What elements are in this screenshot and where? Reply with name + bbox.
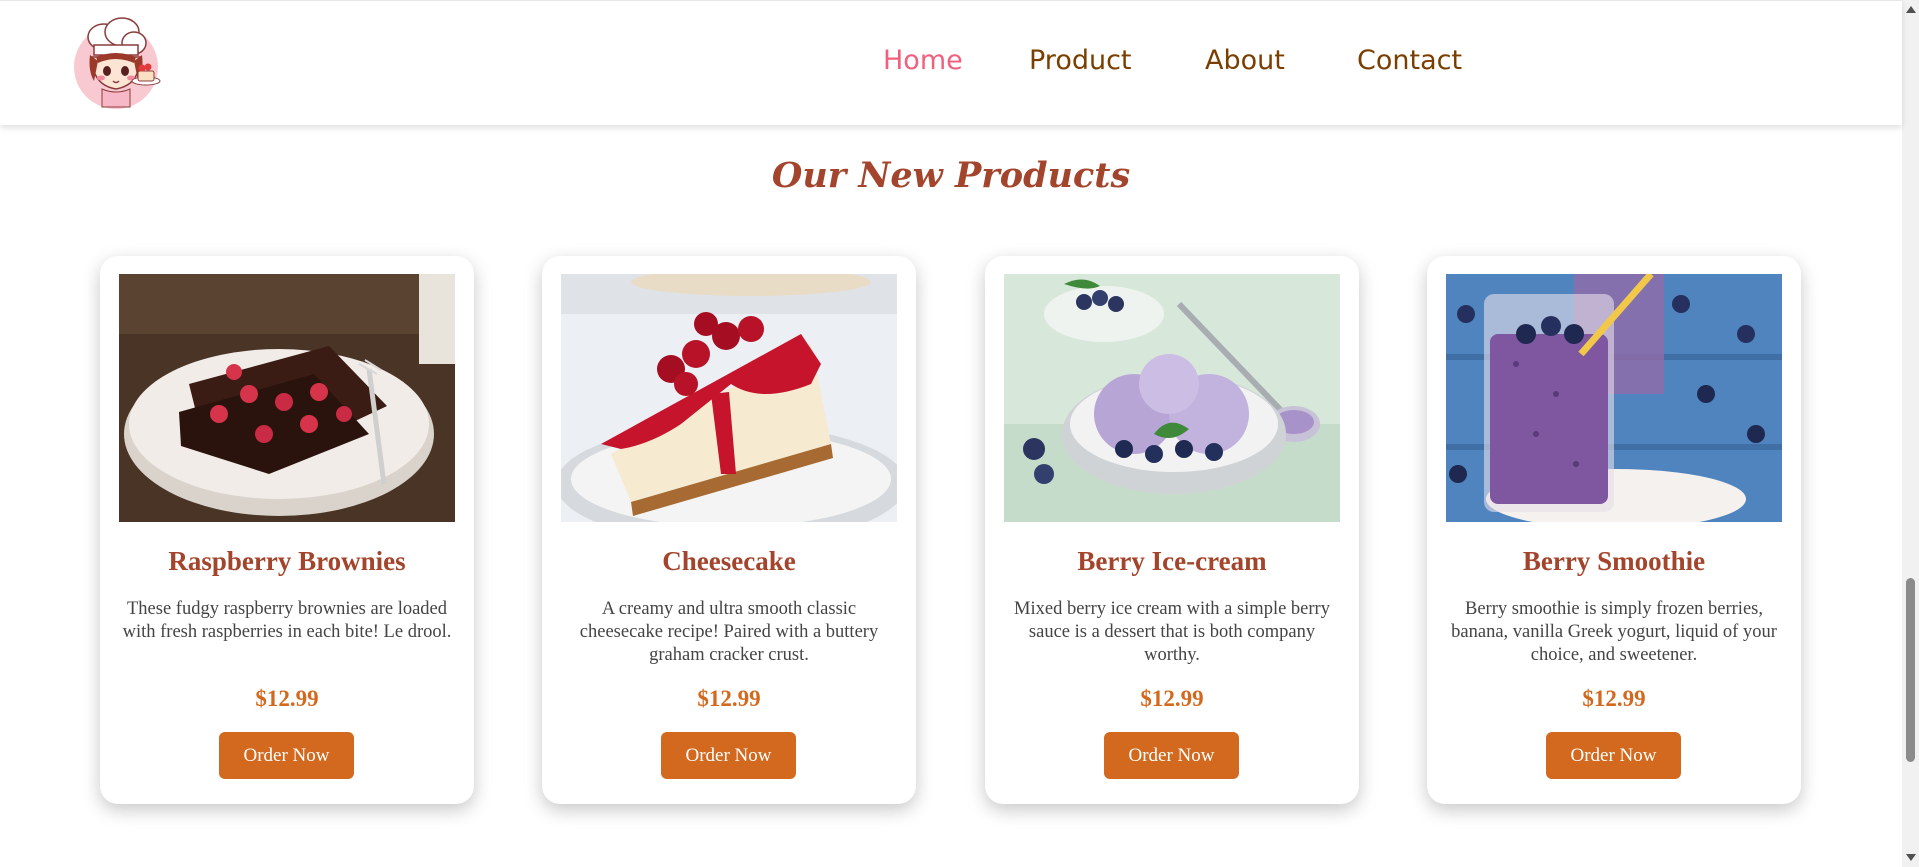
berry-smoothie-image [1446, 274, 1782, 522]
product-price: $12.99 [255, 686, 319, 711]
product-name: Cheesecake [662, 546, 796, 576]
product-card: Berry Smoothie Berry smoothie is simply … [1427, 256, 1801, 804]
section-title: Our New Products [771, 155, 1131, 196]
product-card: Cheesecake A creamy and ultra smooth cla… [542, 256, 916, 804]
order-now-button[interactable]: Order Now [1546, 732, 1681, 779]
product-name: Berry Smoothie [1522, 546, 1706, 576]
product-name: Berry Ice-cream [1077, 546, 1267, 576]
scroll-down-arrow-icon[interactable] [1906, 854, 1916, 861]
product-description: Mixed berry ice cream with a simple berr… [1014, 599, 1330, 665]
scrollbar-thumb[interactable] [1906, 578, 1915, 762]
product-card: Berry Ice-cream Mixed berry ice cream wi… [985, 256, 1359, 804]
product-price: $12.99 [697, 686, 761, 711]
order-now-button[interactable]: Order Now [219, 732, 354, 779]
product-description: A creamy and ultra smooth classic cheese… [579, 599, 879, 665]
raspberry-brownies-image [119, 274, 455, 522]
product-price: $12.99 [1140, 686, 1204, 711]
vertical-scrollbar[interactable] [1902, 0, 1919, 867]
product-description: These fudgy raspberry brownies are loade… [122, 599, 452, 642]
product-price: $12.99 [1582, 686, 1646, 711]
nav-product-link[interactable]: Product [1029, 45, 1132, 76]
nav-home-link[interactable]: Home [883, 45, 963, 76]
berry-ice-cream-image [1004, 274, 1340, 522]
nav-contact-link[interactable]: Contact [1357, 45, 1462, 76]
nav-about-link[interactable]: About [1205, 45, 1285, 76]
order-now-button[interactable]: Order Now [661, 732, 796, 779]
site-header: Home Product About Contact [0, 0, 1902, 125]
cheesecake-image [561, 274, 897, 522]
product-card: Raspberry Brownies These fudgy raspberry… [100, 256, 474, 804]
product-description: Berry smoothie is simply frozen berries,… [1451, 599, 1777, 665]
chef-girl-logo-icon[interactable] [68, 15, 164, 111]
product-name: Raspberry Brownies [168, 546, 406, 576]
order-now-button[interactable]: Order Now [1104, 732, 1239, 779]
scroll-up-arrow-icon[interactable] [1906, 6, 1916, 13]
